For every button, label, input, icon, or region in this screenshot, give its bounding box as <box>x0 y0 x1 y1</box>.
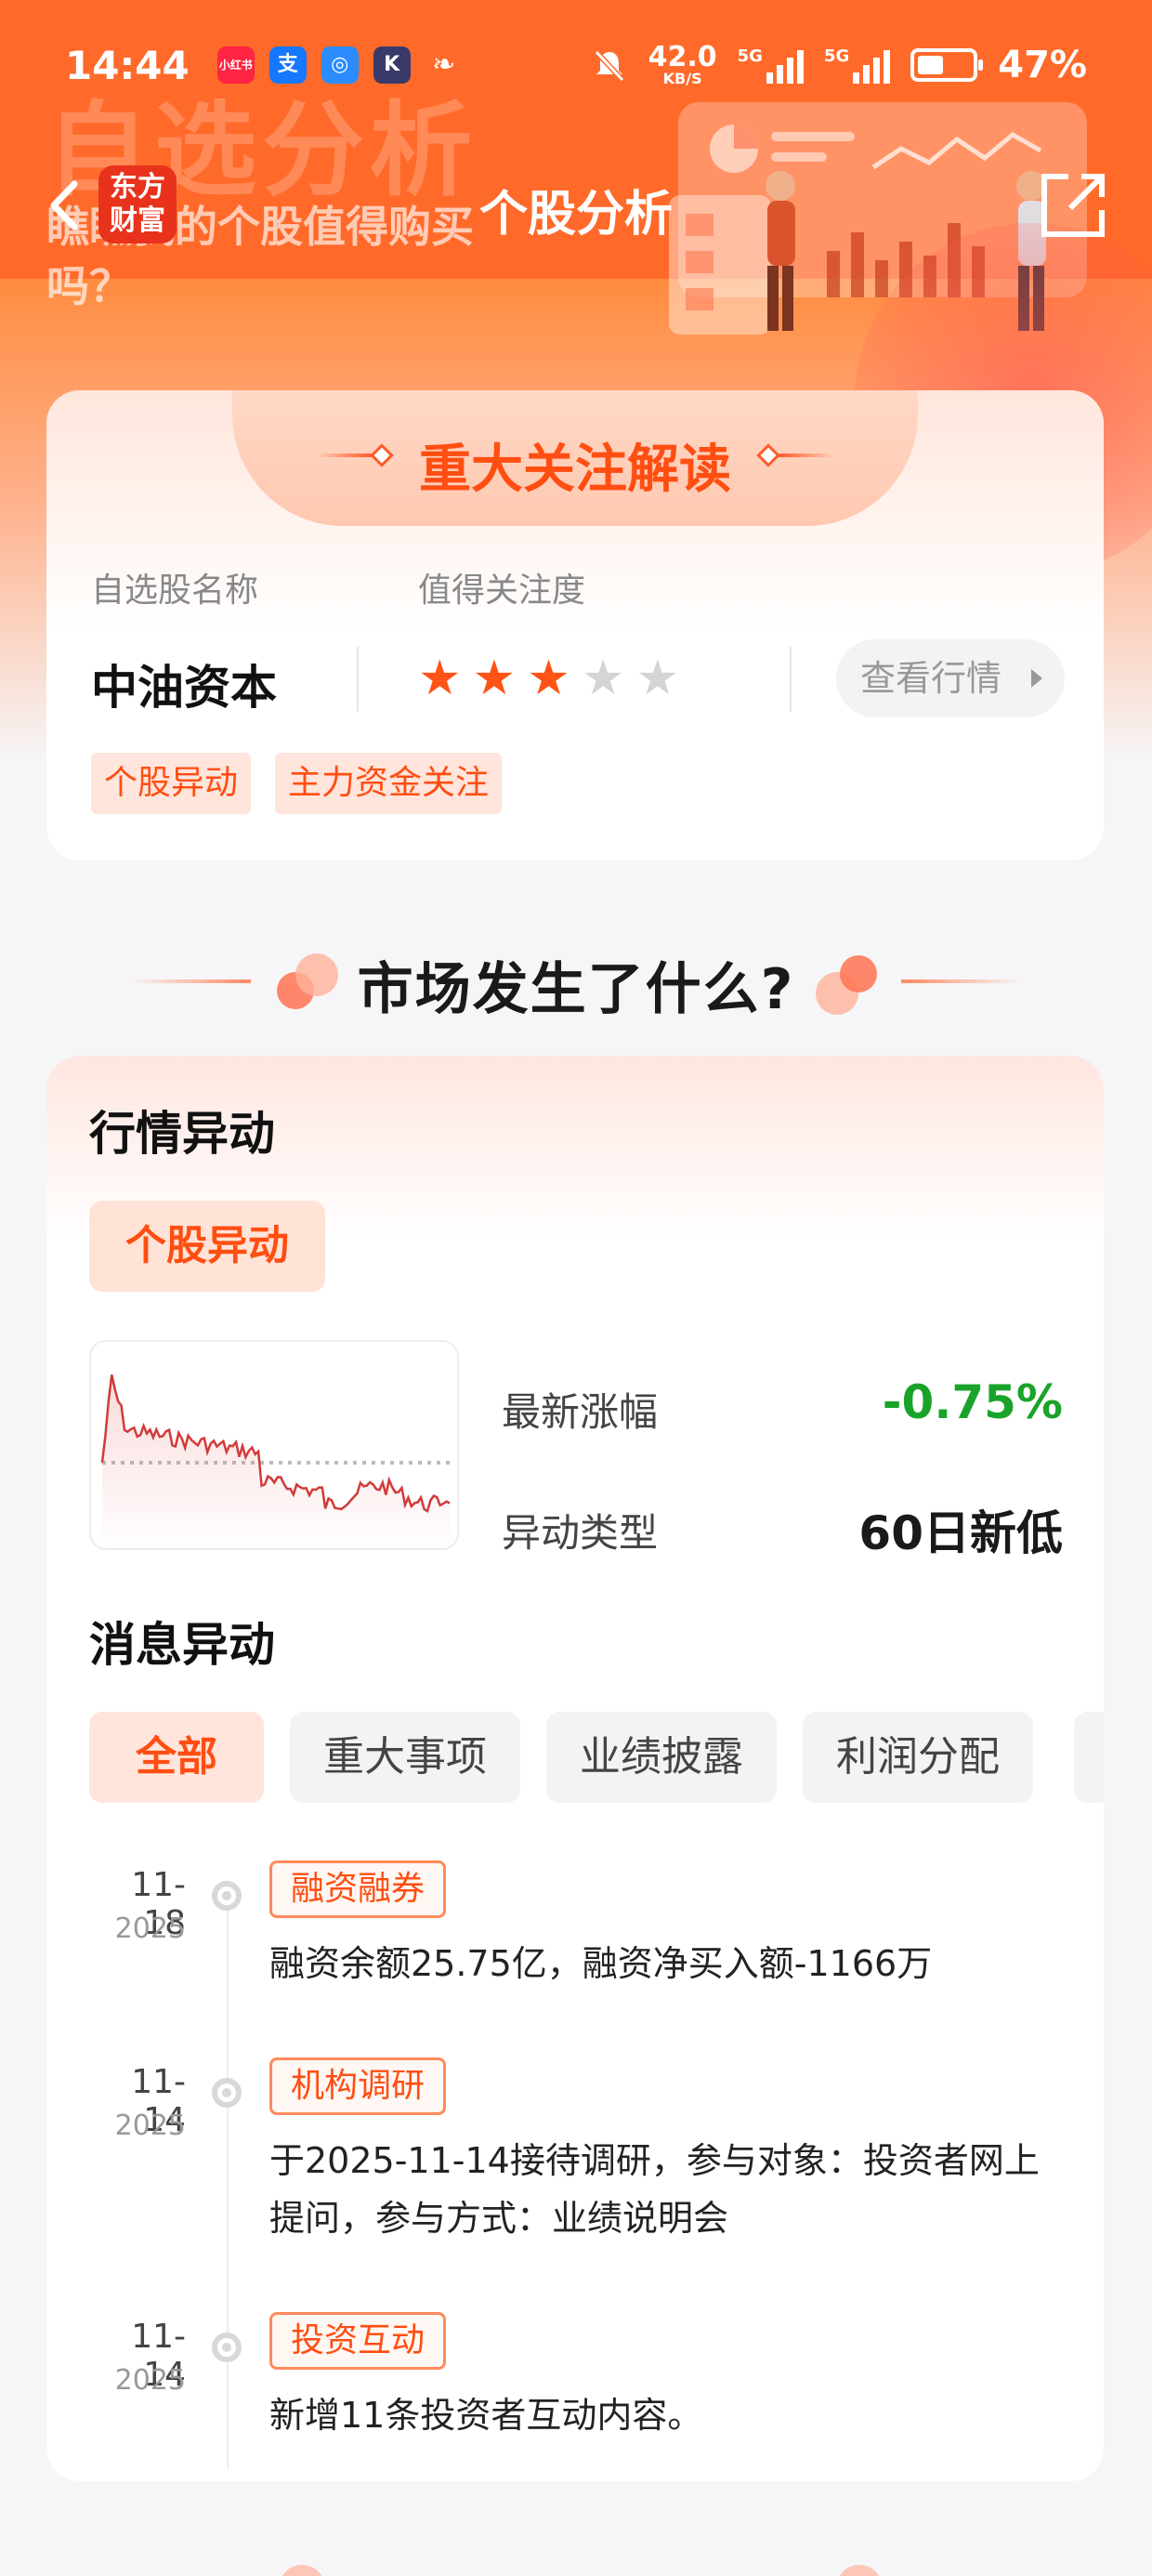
nav-bar: 东方 财富 个股分析 <box>0 149 1152 260</box>
title-decor-right <box>764 453 834 459</box>
alipay-icon: 支 <box>268 46 307 84</box>
bubble-decor <box>836 2565 883 2576</box>
app-ring-icon: ◎ <box>321 46 359 84</box>
network-speed: 42.0 KB/S <box>648 41 717 87</box>
timeline-year: 2025 <box>114 2364 186 2397</box>
divider <box>357 647 359 712</box>
section-title: 市场发生了什么? <box>357 957 795 1022</box>
stock-name: 中油资本 <box>91 661 277 715</box>
star-empty-icon: ★ <box>635 651 680 706</box>
attention-rating: ★ ★ ★ ★ ★ <box>418 651 679 706</box>
timeline-text: 新增11条投资者互动内容。 <box>269 2395 703 2436</box>
status-bar: 14:44 小红书支 ◎ K ❧ 42.0 KB/S 5G 5G 47% <box>0 0 1152 130</box>
timeline-text: 融资余额25.75亿，融资净买入额-1166万 <box>269 1943 933 1984</box>
attention-label: 值得关注度 <box>418 572 586 610</box>
latest-change-label: 最新涨幅 <box>502 1389 659 1435</box>
xiaohongshu-icon: 小红书 <box>216 46 255 84</box>
status-time: 14:44 <box>65 42 190 88</box>
market-anomaly-card: 行情异动 个股异动 最新涨幅 -0.75% 异动类型 60日新低 消息异动 全部… <box>46 1056 1104 2481</box>
timeline-dot-icon <box>212 2333 242 2362</box>
mute-bell-icon <box>594 49 624 83</box>
focus-interpretation-card: 重大关注解读 自选股名称 值得关注度 中油资本 ★ ★ ★ ★ ★ 查看行情 个股异动主… <box>46 390 1104 861</box>
network-type-label-2: 5G <box>823 46 850 66</box>
anomaly-type-label: 异动类型 <box>502 1510 659 1556</box>
filter-tab[interactable]: 重大事项 <box>290 1712 520 1803</box>
bird-app-icon: ❧ <box>432 48 456 81</box>
focus-tags: 个股异动 主力资金关注 <box>91 753 503 814</box>
timeline-text: 于2025-11-14接待调研，参与对象：投资者网上提问，参与方式：业绩说明会 <box>269 2140 1040 2239</box>
signal-icon <box>766 46 804 84</box>
next-section-peek <box>0 2546 1152 2576</box>
star-filled-icon: ★ <box>472 651 517 706</box>
timeline-year: 2025 <box>114 1912 186 1945</box>
latest-change-value: -0.75% <box>882 1375 1063 1429</box>
network-type-label: 5G <box>737 46 763 66</box>
stock-anomaly-pill[interactable]: 个股异动 <box>89 1201 325 1292</box>
focus-tag: 主力资金关注 <box>275 753 503 814</box>
section-header: 市场发生了什么? <box>0 944 1152 1022</box>
mini-price-chart[interactable] <box>89 1340 459 1550</box>
star-empty-icon: ★ <box>581 651 625 706</box>
timeline-tag: 融资融券 <box>269 1860 447 1918</box>
news-filter-tabs: 全部 重大事项 业绩披露 利润分配 <box>89 1712 1033 1803</box>
page-title: 个股分析 <box>478 187 673 243</box>
timeline-tag: 投资互动 <box>269 2312 447 2370</box>
battery-icon <box>910 48 984 82</box>
focus-tag: 个股异动 <box>91 753 252 814</box>
focus-card-title: 重大关注解读 <box>419 440 731 500</box>
filter-tab[interactable]: 业绩披露 <box>546 1712 777 1803</box>
star-filled-icon: ★ <box>527 651 570 706</box>
k-app-icon: K <box>373 46 411 84</box>
caret-right-icon <box>1031 669 1042 688</box>
timeline-year: 2025 <box>114 2109 186 2142</box>
bubble-decor-right-2 <box>840 955 877 992</box>
status-notification-icons: 小红书支 ◎ K ❧ <box>216 46 463 84</box>
signal-icon-2 <box>853 46 891 84</box>
stock-name-label: 自选股名称 <box>91 572 259 610</box>
timeline-dot-icon <box>212 1881 242 1911</box>
anomaly-type-value: 60日新低 <box>858 1506 1063 1560</box>
price-area <box>102 1374 450 1548</box>
timeline-tag: 机构调研 <box>269 2057 447 2115</box>
filter-overflow-tab[interactable] <box>1074 1712 1104 1803</box>
battery-percent: 47% <box>998 44 1087 86</box>
quote-anomaly-heading: 行情异动 <box>89 1107 275 1161</box>
divider <box>790 647 792 712</box>
timeline-line <box>227 1892 229 2468</box>
bubble-decor <box>279 2565 325 2576</box>
filter-tab[interactable]: 全部 <box>89 1712 264 1803</box>
filter-tab[interactable]: 利润分配 <box>803 1712 1033 1803</box>
news-anomaly-heading: 消息异动 <box>89 1618 275 1672</box>
share-icon[interactable] <box>1031 164 1115 247</box>
view-quote-button[interactable]: 查看行情 <box>836 639 1065 717</box>
timeline-dot-icon <box>212 2078 242 2108</box>
star-filled-icon: ★ <box>418 651 462 706</box>
